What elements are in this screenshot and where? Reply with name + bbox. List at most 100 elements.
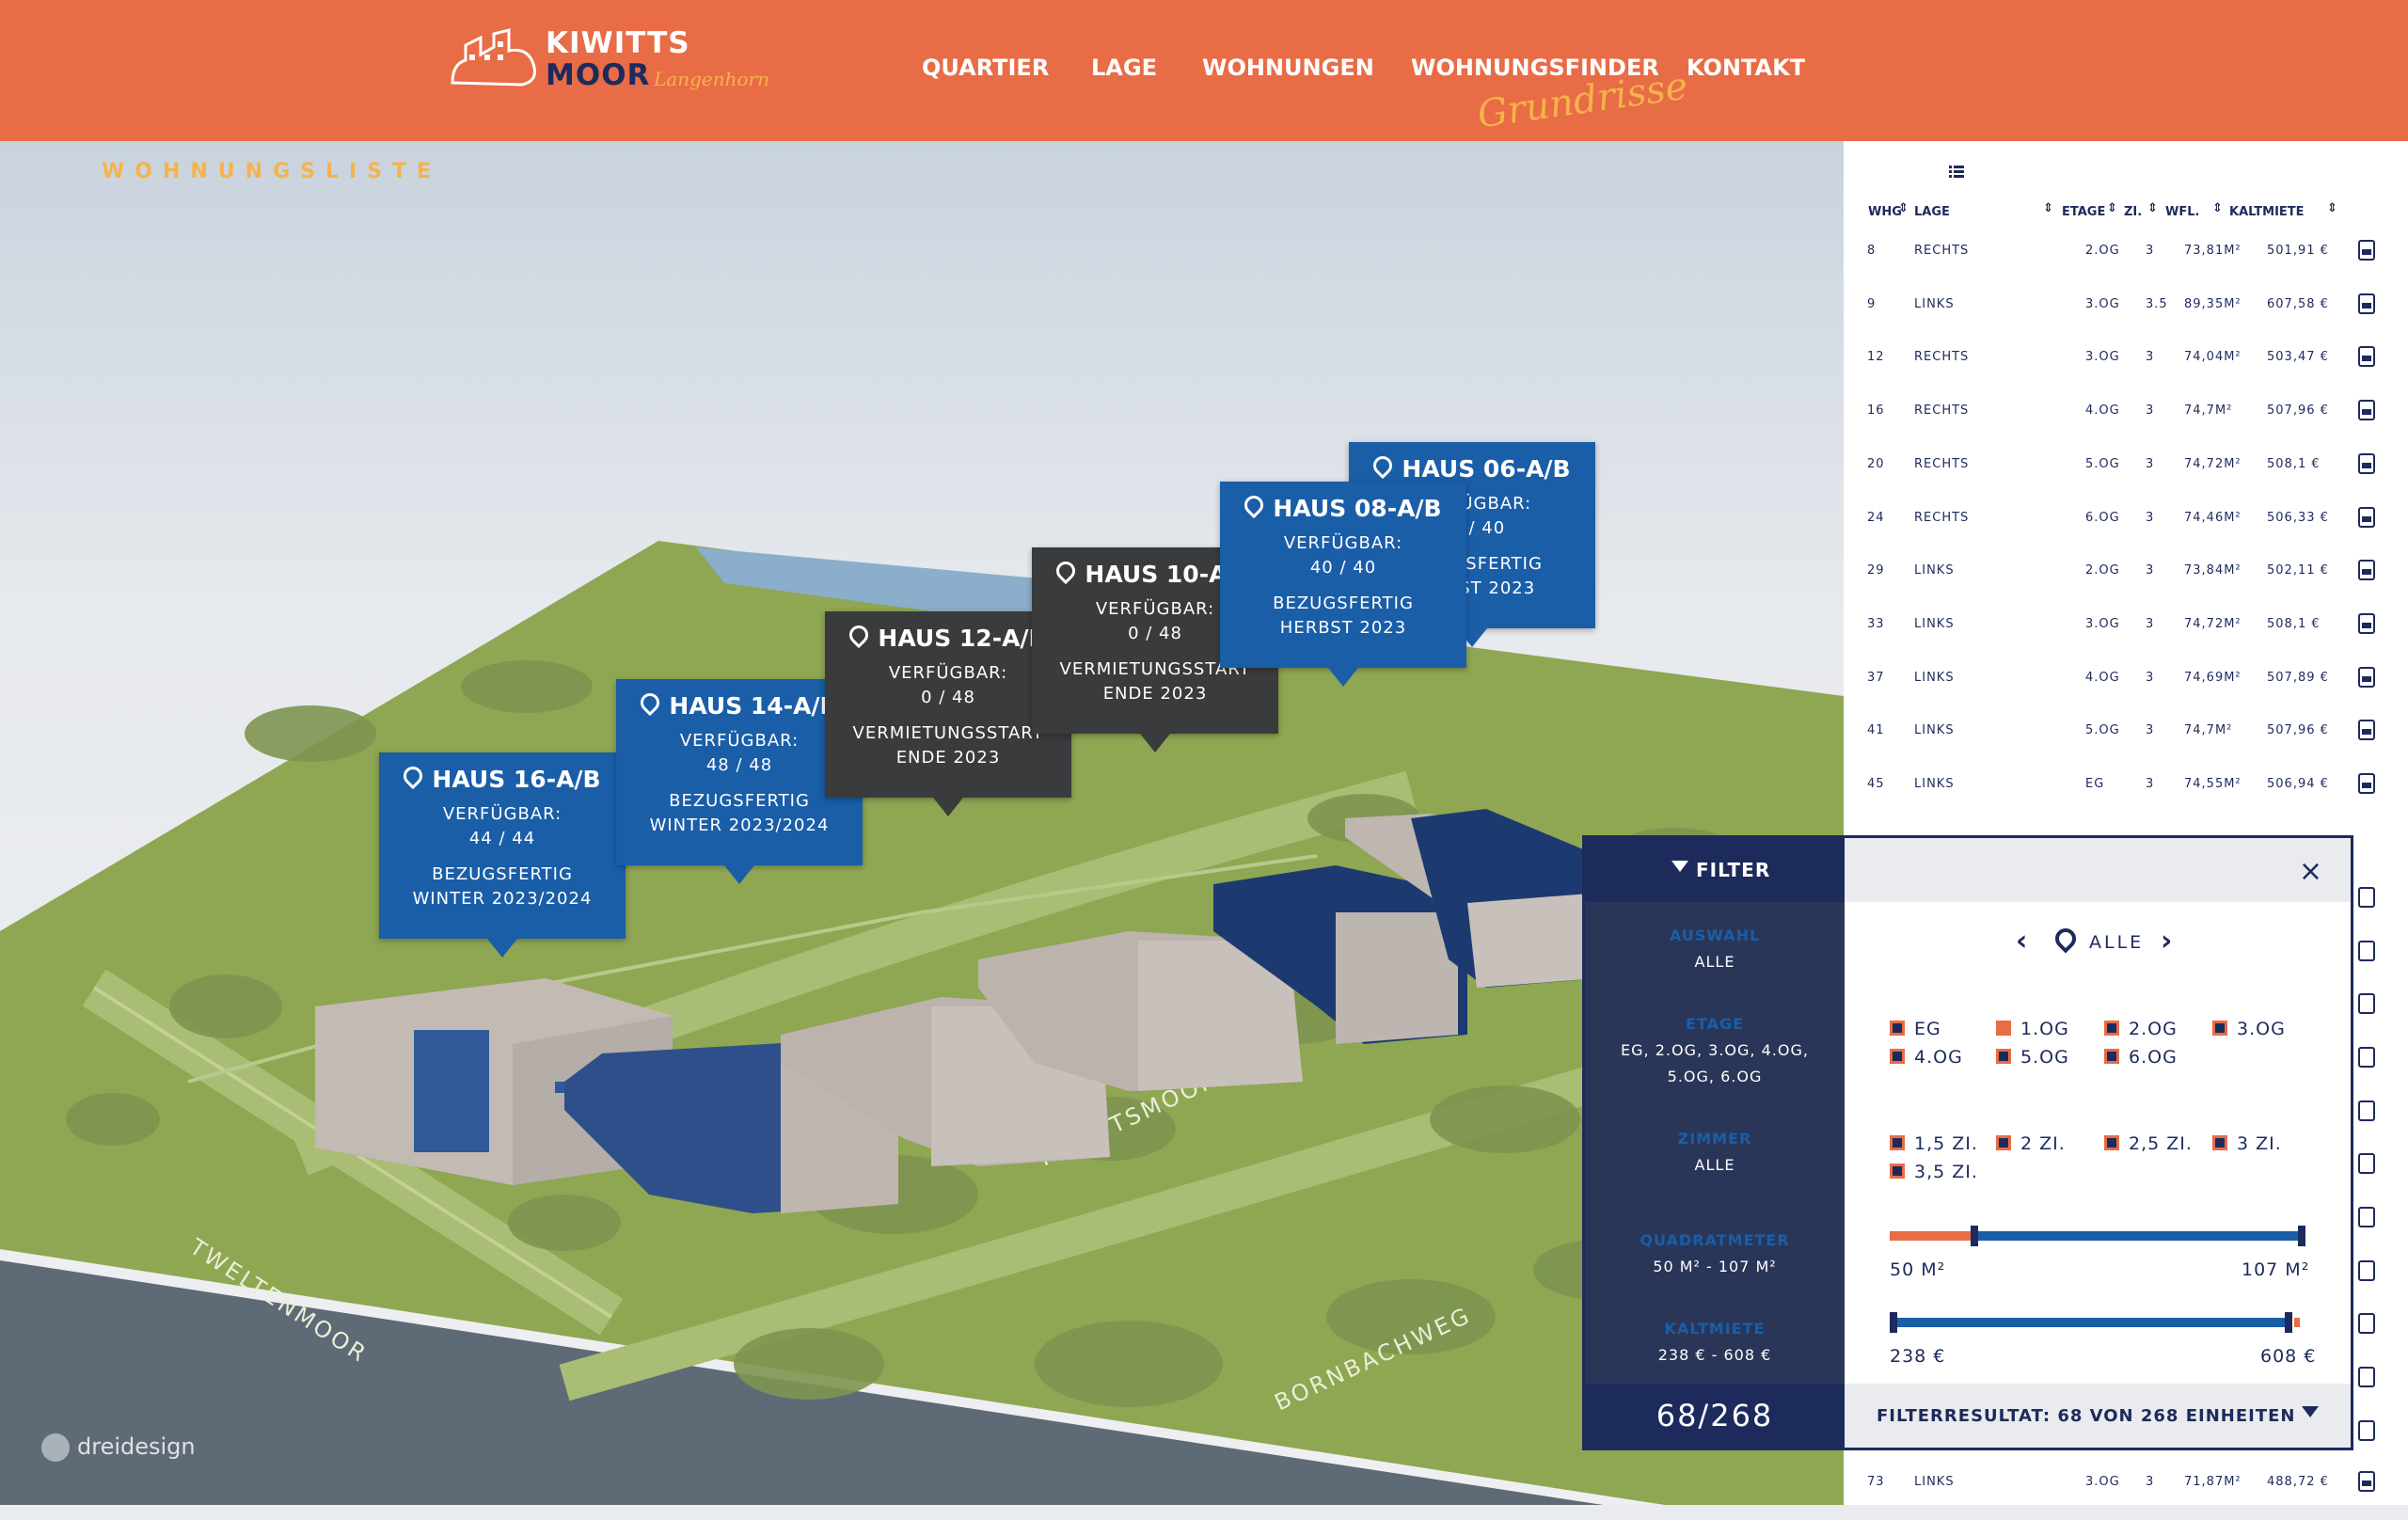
pdf-icon[interactable] bbox=[2358, 941, 2375, 961]
cell-flaeche: 74,46M² bbox=[2184, 510, 2242, 525]
sort-icon[interactable]: ⇕ bbox=[2107, 201, 2117, 215]
pdf-icon[interactable] bbox=[2358, 887, 2375, 908]
cell-nr: 20 bbox=[1867, 456, 1885, 471]
table-row[interactable]: 12 RECHTS 3.OG 3 74,04M² 503,47 € bbox=[1867, 342, 2394, 395]
selector-value: ALLE bbox=[2089, 932, 2145, 953]
checkbox-3og[interactable]: 3.OG bbox=[2212, 1019, 2286, 1039]
col-header-zimmer[interactable]: ZI. bbox=[2124, 205, 2142, 219]
filter-header-bar: × bbox=[1845, 838, 2351, 902]
sort-icon[interactable]: ⇕ bbox=[2327, 201, 2337, 215]
pdf-icon[interactable] bbox=[2358, 1367, 2375, 1387]
house-sign-08[interactable]: HAUS 08-A/B VERFÜGBAR: 40 / 40 BEZUGSFER… bbox=[1220, 482, 1466, 687]
checkbox-5og[interactable]: 5.OG bbox=[1996, 1047, 2069, 1068]
pdf-icon[interactable] bbox=[2358, 993, 2375, 1014]
pdf-icon[interactable] bbox=[2358, 1313, 2375, 1334]
pdf-icon[interactable] bbox=[2358, 1207, 2375, 1227]
col-header-etage[interactable]: ETAGE bbox=[2062, 205, 2105, 219]
table-row[interactable]: 41 LINKS 5.OG 3 74,7M² 507,96 € bbox=[1867, 716, 2394, 768]
checkbox-2-5-zi[interactable]: 2,5 ZI. bbox=[2104, 1133, 2193, 1154]
checkbox-2og[interactable]: 2.OG bbox=[2104, 1019, 2178, 1039]
pdf-icon[interactable] bbox=[2358, 346, 2375, 368]
filter-tab[interactable]: FILTER bbox=[1585, 838, 1845, 902]
pdf-icon[interactable] bbox=[2358, 1047, 2375, 1068]
logo[interactable]: KIWITTS MOOR Langenhorn bbox=[447, 23, 769, 98]
logo-line1: KIWITTS bbox=[546, 26, 690, 60]
col-header-flaeche[interactable]: WFL. bbox=[2165, 205, 2199, 219]
pdf-icon[interactable] bbox=[2358, 560, 2375, 581]
filter-reset-icon[interactable] bbox=[2302, 1406, 2319, 1417]
cell-zimmer: 3 bbox=[2146, 244, 2155, 258]
map-canvas[interactable]: KIWITTSMOOR TWELTENMOOR BORNBACHWEG bbox=[0, 141, 1844, 1505]
table-row[interactable]: 29 LINKS 2.OG 3 73,84M² 502,11 € bbox=[1867, 556, 2394, 609]
qm-range-slider[interactable] bbox=[1890, 1226, 2305, 1246]
pdf-icon[interactable] bbox=[2358, 612, 2375, 634]
cell-lage: RECHTS bbox=[1914, 456, 1970, 471]
pdf-icon[interactable] bbox=[2358, 293, 2375, 314]
checkbox-3-zi[interactable]: 3 ZI. bbox=[2212, 1133, 2282, 1154]
house-name: HAUS 06-A/B bbox=[1402, 455, 1571, 483]
nav-quartier[interactable]: QUARTIER bbox=[922, 55, 1049, 81]
checkbox-3-5-zi[interactable]: 3,5 ZI. bbox=[1890, 1162, 1978, 1182]
pdf-icon[interactable] bbox=[2358, 1260, 2375, 1281]
filter-panel: FILTER AUSWAHL ALLE ETAGE EG, 2.OG, 3.OG… bbox=[1582, 835, 2353, 1450]
table-row[interactable]: 37 LINKS 4.OG 3 74,69M² 507,89 € bbox=[1867, 663, 2394, 716]
checkbox-6og[interactable]: 6.OG bbox=[2104, 1047, 2178, 1068]
next-arrow-icon[interactable]: › bbox=[2161, 925, 2172, 958]
checkbox-1og[interactable]: 1.OG bbox=[1996, 1019, 2069, 1039]
slider-handle-max[interactable] bbox=[2285, 1312, 2292, 1333]
nav-lage[interactable]: LAGE bbox=[1091, 55, 1157, 81]
table-row[interactable]: 33 LINKS 3.OG 3 74,72M² 508,1 € bbox=[1867, 610, 2394, 662]
sort-icon[interactable]: ⇕ bbox=[2147, 201, 2158, 215]
table-row[interactable]: 45 LINKS EG 3 74,55M² 506,94 € bbox=[1867, 769, 2394, 822]
table-row[interactable]: 16 RECHTS 4.OG 3 74,7M² 507,96 € bbox=[1867, 396, 2394, 449]
checkbox-4og[interactable]: 4.OG bbox=[1890, 1047, 1963, 1068]
table-row[interactable]: 24 RECHTS 6.OG 3 74,46M² 506,33 € bbox=[1867, 503, 2394, 556]
slider-handle-min[interactable] bbox=[1971, 1226, 1978, 1246]
cell-zimmer: 3 bbox=[2146, 723, 2155, 738]
table-row[interactable]: 9 LINKS 3.OG 3.5 89,35M² 607,58 € bbox=[1867, 290, 2394, 342]
checkbox-2-zi[interactable]: 2 ZI. bbox=[1996, 1133, 2066, 1154]
sort-icon[interactable]: ⇕ bbox=[2212, 201, 2223, 215]
close-icon[interactable]: × bbox=[2299, 855, 2322, 888]
col-header-nr[interactable]: WHG bbox=[1868, 205, 1902, 219]
prev-arrow-icon[interactable]: ‹ bbox=[2016, 925, 2027, 958]
pdf-icon[interactable] bbox=[2358, 666, 2375, 688]
house-sign-16[interactable]: HAUS 16-A/B VERFÜGBAR: 44 / 44 BEZUGSFER… bbox=[379, 752, 626, 958]
pdf-icon[interactable] bbox=[2358, 452, 2375, 474]
nav-kontakt[interactable]: KONTAKT bbox=[1687, 55, 1805, 81]
pdf-icon[interactable] bbox=[2358, 1153, 2375, 1174]
table-row[interactable]: 20 RECHTS 5.OG 3 74,72M² 508,1 € bbox=[1867, 450, 2394, 502]
col-header-miete[interactable]: KALTMIETE bbox=[2229, 205, 2305, 219]
house-name: HAUS 12-A/B bbox=[878, 625, 1047, 652]
map-3d-view[interactable]: KIWITTSMOOR TWELTENMOOR BORNBACHWEG HAUS… bbox=[0, 141, 1844, 1505]
pdf-icon[interactable] bbox=[2358, 720, 2375, 741]
nav-wohnungen[interactable]: WOHNUNGEN bbox=[1202, 55, 1374, 81]
cell-miete: 488,72 € bbox=[2267, 1475, 2329, 1489]
checkbox-eg[interactable]: EG bbox=[1890, 1019, 1941, 1039]
checkbox-box bbox=[1890, 1021, 1905, 1036]
pdf-icon[interactable] bbox=[2358, 1100, 2375, 1121]
pdf-icon[interactable] bbox=[2358, 1420, 2375, 1441]
slider-handle-max[interactable] bbox=[2298, 1226, 2305, 1246]
checkbox-1-5-zi[interactable]: 1,5 ZI. bbox=[1890, 1133, 1978, 1154]
cell-nr: 41 bbox=[1867, 723, 1885, 738]
cell-etage: 4.OG bbox=[2085, 404, 2120, 419]
cell-zimmer: 3 bbox=[2146, 456, 2155, 471]
checkbox-label: 2,5 ZI. bbox=[2129, 1133, 2193, 1154]
pdf-icon[interactable] bbox=[2358, 400, 2375, 421]
sort-icon[interactable]: ⇕ bbox=[2043, 201, 2053, 215]
cell-lage: LINKS bbox=[1914, 296, 1955, 311]
cell-etage: 6.OG bbox=[2085, 510, 2120, 525]
qm-max-label: 107 M² bbox=[2242, 1259, 2310, 1280]
miete-range-slider[interactable] bbox=[1890, 1312, 2304, 1333]
sort-icon[interactable]: ⇕ bbox=[1898, 201, 1909, 215]
pdf-icon[interactable] bbox=[2358, 506, 2375, 528]
table-row[interactable]: 8 RECHTS 2.OG 3 73,81M² 501,91 € bbox=[1867, 236, 2394, 289]
table-row-last[interactable]: 73 LINKS 3.OG 3 71,87M² 488,72 € bbox=[1867, 1467, 2394, 1520]
pdf-icon[interactable] bbox=[2358, 240, 2375, 261]
col-header-lage[interactable]: LAGE bbox=[1914, 205, 1950, 219]
slider-handle-min[interactable] bbox=[1890, 1312, 1897, 1333]
pdf-icon[interactable] bbox=[2358, 1471, 2375, 1492]
pdf-icon[interactable] bbox=[2358, 773, 2375, 794]
cell-flaeche: 74,72M² bbox=[2184, 616, 2242, 631]
